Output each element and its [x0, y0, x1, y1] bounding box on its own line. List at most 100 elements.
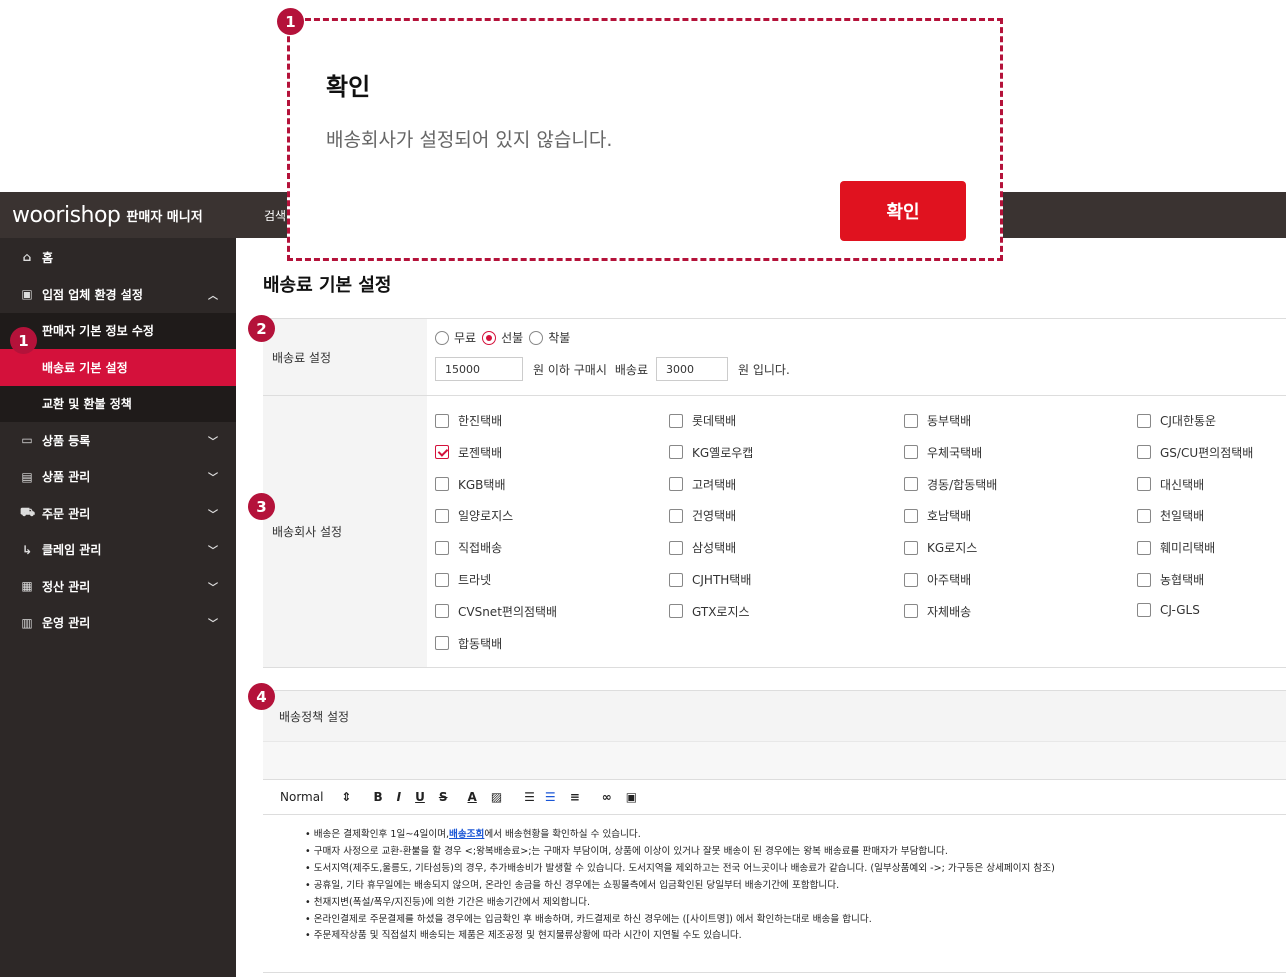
sidebar-item-operation[interactable]: ▥ 운영 관리 ﹀ [0, 605, 236, 642]
courier-option[interactable]: CJ-GLS [1137, 602, 1200, 617]
courier-checkbox[interactable] [1137, 572, 1151, 587]
background-color-icon[interactable]: ▨ [491, 790, 502, 804]
courier-label: 아주택배 [927, 573, 972, 587]
top-search-label[interactable]: 검색 [264, 207, 286, 224]
courier-option[interactable]: 천일택배 [1137, 507, 1204, 524]
bullet-list-icon[interactable]: ☰ [545, 790, 556, 804]
policy-text: • 온라인결제로 주문결제를 하셨을 경우에는 입금확인 후 배송하며, 카드결… [305, 913, 872, 925]
italic-icon[interactable]: I [397, 790, 401, 804]
courier-option[interactable]: 동부택배 [904, 412, 971, 429]
courier-option[interactable]: 트라넷 [435, 571, 491, 588]
courier-checkbox[interactable] [669, 572, 683, 587]
sidebar-subitem-refund-policy[interactable]: 교환 및 환불 정책 [0, 386, 236, 423]
sidebar-item-product-register[interactable]: ▭ 상품 등록 ﹀ [0, 422, 236, 459]
link-icon[interactable]: ∞ [602, 790, 612, 804]
courier-option[interactable]: KGB택배 [435, 476, 505, 493]
courier-option[interactable]: 삼성택배 [669, 539, 736, 556]
courier-checkbox[interactable] [435, 636, 449, 651]
ordered-list-icon[interactable]: ☰ [524, 790, 535, 804]
tracking-link[interactable]: 배송조회 [449, 829, 484, 840]
courier-checkbox[interactable] [669, 508, 683, 523]
threshold-input[interactable]: 15000 [435, 357, 523, 381]
logo[interactable]: woorishop 판매자 매니저 [12, 192, 203, 238]
radio-cod[interactable] [529, 330, 544, 345]
courier-checkbox[interactable] [904, 604, 918, 619]
underline-icon[interactable]: U [415, 790, 425, 804]
courier-checkbox[interactable] [669, 413, 683, 428]
courier-checkbox[interactable] [904, 477, 918, 492]
courier-checkbox[interactable] [669, 604, 683, 619]
radio-prepaid[interactable] [482, 330, 497, 345]
courier-option[interactable]: 건영택배 [669, 507, 736, 524]
courier-option[interactable]: 아주택배 [904, 571, 971, 588]
courier-option[interactable]: KG옐로우캡 [669, 444, 753, 461]
bold-icon[interactable]: B [373, 790, 382, 804]
courier-checkbox[interactable] [1137, 602, 1151, 617]
sidebar-item-home[interactable]: ⌂ 홈 [0, 238, 236, 276]
strike-icon[interactable]: S [439, 790, 448, 804]
courier-checkbox[interactable] [669, 540, 683, 555]
text-color-icon[interactable]: A [468, 790, 477, 804]
sidebar-item-settlement[interactable]: ▦ 정산 관리 ﹀ [0, 568, 236, 605]
courier-option[interactable]: 로젠택배 [435, 444, 502, 461]
sidebar-item-store-settings[interactable]: ▣ 입점 업체 환경 설정 ︿ [0, 276, 236, 313]
courier-checkbox[interactable] [435, 445, 449, 460]
radio-free[interactable] [435, 330, 449, 345]
courier-checkbox[interactable] [669, 445, 683, 460]
courier-checkbox[interactable] [904, 445, 918, 460]
policy-text: • 공휴일, 기타 휴무일에는 배송되지 않으며, 온라인 송금을 하신 경우에… [305, 879, 840, 891]
courier-checkbox[interactable] [1137, 445, 1151, 460]
courier-checkbox[interactable] [669, 477, 683, 492]
courier-label: 농협택배 [1160, 573, 1205, 587]
courier-checkbox[interactable] [435, 604, 449, 619]
confirm-button[interactable]: 확인 [840, 181, 966, 241]
image-icon[interactable]: ▣ [626, 790, 637, 804]
courier-option[interactable]: 합동택배 [435, 635, 502, 652]
courier-checkbox[interactable] [435, 572, 449, 587]
courier-option[interactable]: 경동/합동택배 [904, 476, 997, 493]
courier-option[interactable]: 대신택배 [1137, 476, 1204, 493]
courier-label: 건영택배 [692, 509, 737, 524]
fee-input[interactable]: 3000 [656, 357, 728, 381]
courier-option[interactable]: 농협택배 [1137, 571, 1204, 588]
courier-option[interactable]: CJHTH택배 [669, 571, 751, 588]
policy-editor-body[interactable]: • 배송은 결제확인후 1일~4일이며,배송조회에서 배송현황을 확인하실 수 … [263, 815, 1286, 945]
annotation-badge: 2 [248, 315, 275, 342]
courier-option[interactable]: KG로지스 [904, 539, 977, 556]
format-select-icon[interactable]: ⇕ [341, 790, 351, 804]
courier-option[interactable]: CJ대한통운 [1137, 412, 1216, 429]
courier-checkbox[interactable] [1137, 477, 1151, 492]
sidebar-item-claim[interactable]: ↳ 클레임 관리 ﹀ [0, 532, 236, 569]
courier-option[interactable]: 롯데택배 [669, 412, 736, 429]
courier-option[interactable]: 일양로지스 [435, 507, 513, 524]
courier-option[interactable]: 직접배송 [435, 539, 502, 556]
courier-checkbox[interactable] [1137, 508, 1151, 523]
courier-checkbox[interactable] [904, 508, 918, 523]
courier-checkbox[interactable] [435, 413, 449, 428]
courier-option[interactable]: GS/CU편의점택배 [1137, 444, 1253, 461]
radio-label: 무료 [454, 331, 477, 345]
courier-option[interactable]: 훼미리택배 [1137, 539, 1215, 556]
courier-checkbox[interactable] [435, 508, 449, 523]
courier-checkbox[interactable] [435, 540, 449, 555]
sidebar-item-order[interactable]: ⛟ 주문 관리 ﹀ [0, 495, 236, 532]
operation-icon: ▥ [21, 615, 33, 630]
courier-checkbox[interactable] [904, 413, 918, 428]
sidebar-item-product-manage[interactable]: ▤ 상품 관리 ﹀ [0, 459, 236, 496]
format-select[interactable]: Normal [280, 790, 323, 804]
fee-text: 원 이하 구매시 [533, 362, 607, 377]
sidebar-subitem-shipping-fee[interactable]: 배송료 기본 설정 [0, 349, 236, 386]
courier-option[interactable]: 고려택배 [669, 476, 736, 493]
courier-checkbox[interactable] [1137, 540, 1151, 555]
courier-option[interactable]: CVSnet편의점택배 [435, 603, 557, 620]
courier-checkbox[interactable] [904, 572, 918, 587]
align-icon[interactable]: ≡ [570, 790, 580, 804]
courier-option[interactable]: 우체국택배 [904, 444, 982, 461]
courier-option[interactable]: 자체배송 [904, 603, 971, 620]
courier-checkbox[interactable] [904, 540, 918, 555]
courier-checkbox[interactable] [435, 477, 449, 492]
courier-option[interactable]: 한진택배 [435, 412, 502, 429]
courier-checkbox[interactable] [1137, 413, 1151, 428]
courier-option[interactable]: 호남택배 [904, 507, 971, 524]
courier-option[interactable]: GTX로지스 [669, 603, 750, 620]
